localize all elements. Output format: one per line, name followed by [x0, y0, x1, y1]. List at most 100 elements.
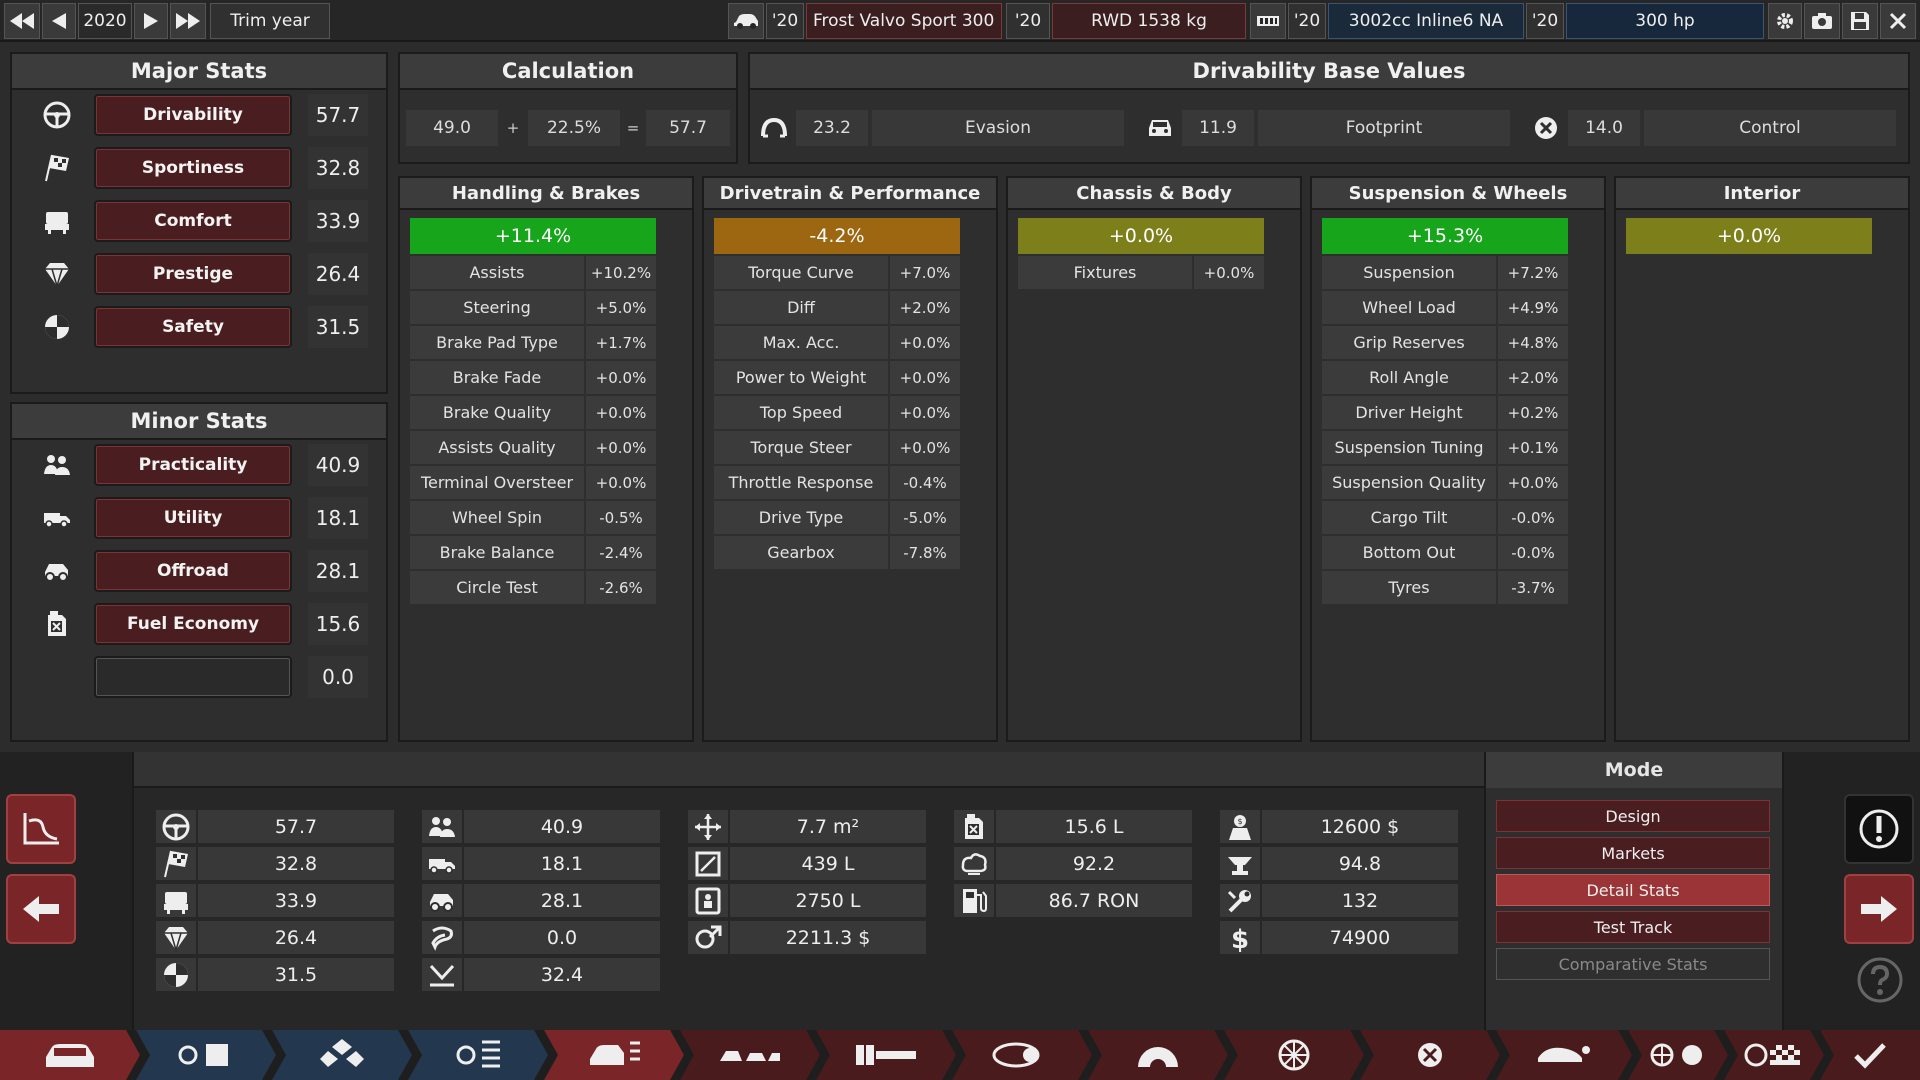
svg-text:$: $	[1231, 925, 1249, 953]
stage-tab-car[interactable]	[0, 1030, 140, 1080]
category-row: Wheel Load +4.9%	[1322, 291, 1568, 324]
car-model-button[interactable]	[728, 3, 764, 39]
car-icon	[42, 1039, 98, 1071]
mode-button-test-track[interactable]: Test Track	[1496, 911, 1770, 943]
major-stat-button-safety[interactable]: Safety	[94, 306, 292, 348]
minor-stat-button-offroad[interactable]: Offroad	[94, 550, 292, 592]
first-year-button[interactable]	[4, 3, 40, 39]
warnings-button[interactable]	[1844, 794, 1914, 864]
minor-stat-button-utility[interactable]: Utility	[94, 497, 292, 539]
minor-stats-title: Minor Stats	[12, 404, 386, 440]
category-row: Brake Pad Type +1.7%	[410, 326, 656, 359]
stage-tab-brakes[interactable]	[1088, 1030, 1228, 1080]
chassis-field[interactable]: RWD 1538 kg	[1052, 3, 1246, 39]
diamond-icon	[156, 921, 196, 954]
stage-tab-chassis[interactable]	[272, 1030, 412, 1080]
category-row-label: Fixtures	[1018, 256, 1192, 289]
category-row-label: Throttle Response	[714, 466, 888, 499]
stage-tab-engine-assign[interactable]	[1496, 1030, 1632, 1080]
major-stat-button-drivability[interactable]: Drivability	[94, 94, 292, 136]
category-row-label: Gearbox	[714, 536, 888, 569]
major-stat-button-comfort[interactable]: Comfort	[94, 200, 292, 242]
mode-button-detail-stats[interactable]: Detail Stats	[1496, 874, 1770, 906]
engine-field[interactable]: 3002cc Inline6 NA	[1328, 3, 1524, 39]
model-family-icon	[176, 1040, 236, 1070]
car-name-field[interactable]: Frost Valvo Sport 300 Ba	[806, 3, 1002, 39]
save-button[interactable]	[1842, 3, 1878, 39]
stage-tab-model-family[interactable]	[136, 1030, 276, 1080]
last-year-button[interactable]	[170, 3, 206, 39]
mode-button-markets[interactable]: Markets	[1496, 837, 1770, 869]
category-row-value: -0.0%	[1498, 501, 1568, 534]
minor-stat-value: 0.0	[308, 656, 368, 698]
stage-tab-aero[interactable]	[1360, 1030, 1500, 1080]
category-row-label: Power to Weight	[714, 361, 888, 394]
stage-tab-suspension[interactable]	[952, 1030, 1092, 1080]
back-button[interactable]	[6, 874, 76, 944]
summary-value: 94.8	[1262, 847, 1458, 880]
category-row-label: Suspension Tuning	[1322, 431, 1496, 464]
category-row: Circle Test -2.6%	[410, 571, 656, 604]
category-row-value: +0.0%	[586, 431, 656, 464]
graph-icon	[23, 813, 59, 845]
diamond-icon	[42, 259, 72, 289]
evasion-icon	[760, 114, 788, 142]
summary-area: Mode 57.7 32.8 33.9 26.4 31.5 40.9 18.1 28.1 0.0…	[0, 752, 1920, 1030]
mode-button-comparative-stats[interactable]: Comparative Stats	[1496, 948, 1770, 980]
category-row: Brake Quality +0.0%	[410, 396, 656, 429]
summary-value: 31.5	[198, 958, 394, 991]
chassis-year-text: '20	[1014, 11, 1042, 31]
stage-tab-interior[interactable]	[816, 1030, 956, 1080]
stage-tab-finish[interactable]	[1820, 1030, 1920, 1080]
right-arrow-icon	[1861, 896, 1897, 922]
summary-value: 132	[1262, 884, 1458, 917]
close-button[interactable]	[1880, 3, 1916, 39]
year-field[interactable]: 2020	[78, 3, 132, 39]
category-row: Assists +10.2%	[410, 256, 656, 289]
category-row-label: Brake Balance	[410, 536, 584, 569]
screenshot-button[interactable]	[1804, 3, 1840, 39]
major-stat-button-sportiness[interactable]: Sportiness	[94, 147, 292, 189]
stage-tab-wheels[interactable]	[1224, 1030, 1364, 1080]
summary-value: 2211.3 $	[730, 921, 926, 954]
environment-icon	[422, 921, 462, 954]
major-stat-value: 31.5	[308, 306, 368, 348]
engine-year-text: '20	[1293, 11, 1321, 31]
chassis-icon	[318, 1037, 366, 1073]
category-row-label: Grip Reserves	[1322, 326, 1496, 359]
major-stat-button-prestige[interactable]: Prestige	[94, 253, 292, 295]
stage-tab-tuning[interactable]	[1628, 1030, 1728, 1080]
year-value: 2020	[83, 11, 127, 31]
next-year-button[interactable]	[134, 3, 168, 39]
mode-button-design[interactable]: Design	[1496, 800, 1770, 832]
category-row-label: Terminal Oversteer	[410, 466, 584, 499]
minor-stat-button-fuel-economy[interactable]: Fuel Economy	[94, 603, 292, 645]
stage-tab-body[interactable]	[544, 1030, 684, 1080]
summary-value: 26.4	[198, 921, 394, 954]
summary-value: 2750 L	[730, 884, 926, 917]
category-row: Terminal Oversteer +0.0%	[410, 466, 656, 499]
offroad-icon	[42, 556, 72, 586]
forward-button[interactable]	[1844, 874, 1914, 944]
graph-view-button[interactable]	[6, 794, 76, 864]
category-row-label: Diff	[714, 291, 888, 324]
checkered-flag-icon	[42, 153, 72, 183]
stage-tab-test[interactable]	[1724, 1030, 1824, 1080]
people-icon	[422, 810, 462, 843]
help-button[interactable]	[1852, 952, 1908, 1008]
category-row-label: Brake Pad Type	[410, 326, 584, 359]
category-row-value: +0.0%	[1194, 256, 1264, 289]
trim-year-text: Trim year	[230, 11, 310, 31]
settings-button[interactable]	[1768, 3, 1802, 39]
summary-value: 18.1	[464, 847, 660, 880]
stage-tab-fixtures[interactable]	[680, 1030, 820, 1080]
close-icon	[1889, 12, 1907, 30]
previous-year-button[interactable]	[42, 3, 76, 39]
power-field[interactable]: 300 hp	[1566, 3, 1764, 39]
engine-button[interactable]	[1250, 3, 1286, 39]
stage-tab-trim[interactable]	[408, 1030, 548, 1080]
truck-icon	[422, 847, 462, 880]
category-row-label: Max. Acc.	[714, 326, 888, 359]
minor-stat-button-empty[interactable]	[94, 656, 292, 698]
minor-stat-button-practicality[interactable]: Practicality	[94, 444, 292, 486]
